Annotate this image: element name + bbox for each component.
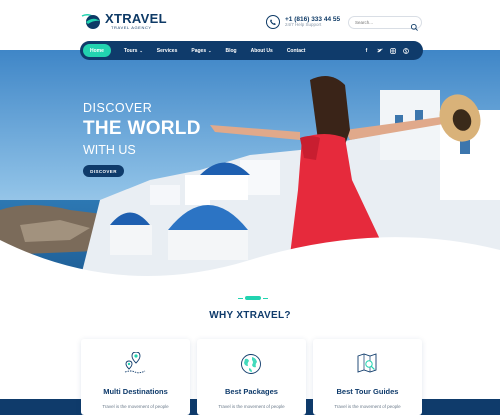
facebook-icon[interactable]: f [361,45,372,56]
nav-item-services[interactable]: Services [157,44,178,57]
card-description: Travel is the movement of people [218,404,285,409]
chevron-down-icon: ⌄ [139,48,143,53]
feature-card[interactable]: Multi Destinations Travel is the movemen… [81,339,190,415]
feature-card[interactable]: Best Packages Travel is the movement of … [197,339,306,415]
card-description: Travel is the movement of people [334,404,401,409]
nav-item-pages[interactable]: Pages ⌄ [191,44,211,57]
hero-banner [0,50,500,280]
hero-heading-line1: DISCOVER [83,101,153,115]
brand-name: XTRAVEL [105,11,167,26]
accent-divider [263,297,268,299]
main-nav: Home Tours ⌄ Services Pages ⌄ Blog About U… [80,41,423,60]
nav-item-contact[interactable]: Contact [287,44,306,57]
search-icon[interactable] [410,19,419,31]
twitter-icon[interactable] [374,45,385,56]
phone-icon [266,15,280,29]
globe-icon [241,354,261,374]
phone-contact: +1 (816) 333 44 55 24/7 Help Support [266,15,340,29]
discover-button[interactable]: DISCOVER [83,165,124,177]
hero-heading-line2: THE WORLD [83,118,201,139]
section-title: WHY XTRAVEL? [209,310,291,321]
map-search-icon [357,353,377,373]
card-title: Best Tour Guides [336,387,399,396]
accent-divider [238,297,243,299]
search-input[interactable] [355,20,405,25]
feature-card[interactable]: Best Tour Guides Travel is the movement … [313,339,422,415]
card-title: Multi Destinations [103,387,168,396]
nav-item-blog[interactable]: Blog [225,44,236,57]
map-pin-icon [124,352,146,374]
card-description: Travel is the movement of people [102,404,169,409]
nav-item-home[interactable]: Home [83,44,111,57]
card-title: Best Packages [225,387,278,396]
support-label: 24/7 Help Support [285,22,322,28]
logo[interactable]: XTRAVEL TRAVEL AGENCY [80,12,167,30]
logo-icon [81,13,100,29]
search-box [348,16,422,31]
nav-item-about[interactable]: About Us [251,44,273,57]
nav-item-tours[interactable]: Tours ⌄ [124,44,143,57]
instagram-icon[interactable] [387,45,398,56]
accent-divider [245,296,261,300]
hero-heading-line3: WITH US [83,143,136,157]
brand-tagline: TRAVEL AGENCY [111,25,152,30]
skype-icon[interactable] [400,45,411,56]
site-header: XTRAVEL TRAVEL AGENCY +1 (816) 333 44 55… [0,0,500,44]
chevron-down-icon: ⌄ [208,48,212,53]
hero-image [0,50,500,280]
